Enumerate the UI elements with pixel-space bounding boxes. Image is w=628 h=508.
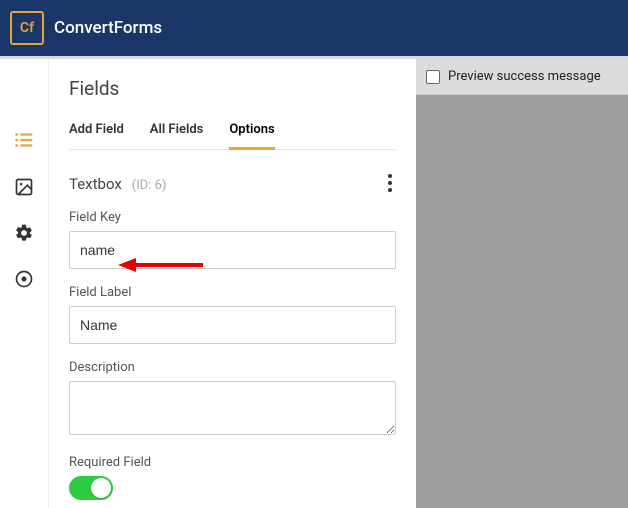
required-field-toggle[interactable] xyxy=(69,476,113,500)
section-id: (ID: 6) xyxy=(132,178,167,193)
fields-panel: Fields Add Field All Fields Options Text… xyxy=(48,59,416,508)
preview-area: Preview success message xyxy=(416,59,628,508)
preview-success-checkbox[interactable] xyxy=(426,70,440,84)
preview-bar: Preview success message xyxy=(416,59,628,95)
description-textarea[interactable] xyxy=(69,381,396,435)
brand-logo: Cf xyxy=(10,11,44,45)
image-icon[interactable] xyxy=(14,177,34,197)
topbar: Cf ConvertForms xyxy=(0,0,628,56)
field-key-input[interactable] xyxy=(69,231,396,269)
target-icon[interactable] xyxy=(14,269,34,289)
tab-options[interactable]: Options xyxy=(229,122,274,150)
field-label-label: Field Label xyxy=(69,285,396,300)
brand-name: ConvertForms xyxy=(54,18,162,38)
section-title: Textbox xyxy=(69,175,122,193)
preview-success-label: Preview success message xyxy=(448,69,601,84)
field-label-input[interactable] xyxy=(69,306,396,344)
gear-icon[interactable] xyxy=(14,223,34,243)
tabs: Add Field All Fields Options xyxy=(69,122,396,150)
panel-title: Fields xyxy=(69,77,396,100)
required-field-label: Required Field xyxy=(69,455,396,470)
tab-add-field[interactable]: Add Field xyxy=(69,122,124,149)
kebab-icon[interactable] xyxy=(384,170,396,196)
list-icon[interactable] xyxy=(13,129,35,151)
side-icon-column xyxy=(0,59,48,508)
description-label: Description xyxy=(69,360,396,375)
field-key-label: Field Key xyxy=(69,210,396,225)
tab-all-fields[interactable]: All Fields xyxy=(150,122,204,149)
